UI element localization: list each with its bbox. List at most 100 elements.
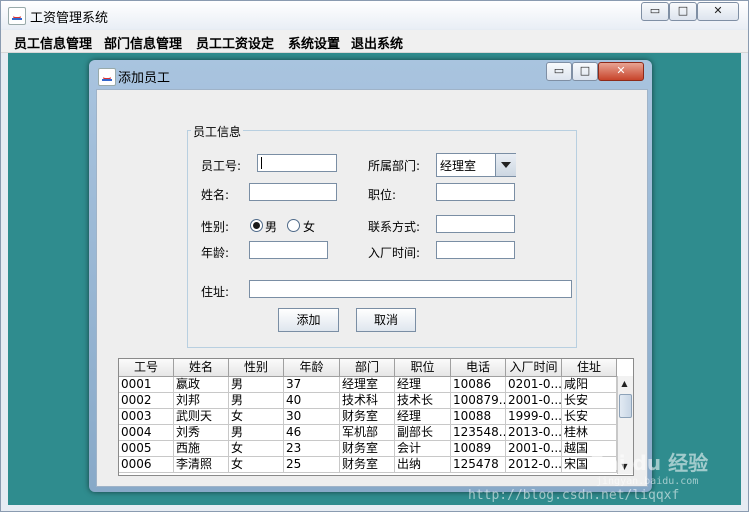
table-cell: 1999-0... bbox=[506, 409, 562, 425]
table-cell: 2001-0... bbox=[506, 393, 562, 409]
table-cell: 2001-0... bbox=[506, 441, 562, 457]
table-row[interactable]: 0001 嬴政男 37 经理室 经理 10086 0201-0... 咸阳 bbox=[119, 377, 619, 393]
employee-table[interactable]: 工号 姓名 性别 年龄 部门 职位 电话 入厂时间 住址 0001 嬴政男 37 经理室 经理 10086 0… bbox=[118, 358, 634, 476]
table-cell: 军机部 bbox=[340, 425, 395, 441]
table-cell: 男 bbox=[229, 393, 284, 409]
table-cell: 财务室 bbox=[340, 409, 395, 425]
table-cell: 37 bbox=[284, 377, 340, 393]
chevron-down-icon[interactable] bbox=[495, 154, 516, 176]
table-cell: 0006 bbox=[119, 457, 174, 473]
title-bar[interactable] bbox=[1, 1, 748, 29]
table-row[interactable]: 0002 刘邦男 40 技术科 技术长 100879... 2001-0... 长安 bbox=[119, 393, 619, 409]
gender-female-radio[interactable] bbox=[287, 219, 300, 232]
emp-no-input[interactable] bbox=[257, 154, 337, 172]
table-cell: 出纳 bbox=[395, 457, 451, 473]
table-cell: 23 bbox=[284, 441, 340, 457]
menu-department-info[interactable]: 部门信息管理 bbox=[104, 33, 182, 52]
menu-employee-info[interactable]: 员工信息管理 bbox=[14, 33, 92, 52]
address-label: 住址: bbox=[201, 285, 230, 299]
menu-system-settings[interactable]: 系统设置 bbox=[288, 33, 340, 52]
age-input[interactable] bbox=[249, 241, 328, 259]
column-header[interactable]: 工号 bbox=[119, 359, 174, 377]
table-row[interactable]: 0003 武则天女 30 财务室 经理 10088 1999-0... 长安 bbox=[119, 409, 619, 425]
maximize-button[interactable]: □ bbox=[669, 2, 697, 21]
table-cell: 30 bbox=[284, 409, 340, 425]
table-row[interactable]: 0006 李清照女 25 财务室 出纳 125478 2012-0... 宋国 bbox=[119, 457, 619, 473]
column-header[interactable]: 电话 bbox=[451, 359, 506, 377]
table-cell: 武则天 bbox=[174, 409, 229, 425]
hire-date-input[interactable] bbox=[436, 241, 515, 259]
cancel-button[interactable]: 取消 bbox=[356, 308, 416, 332]
table-cell: 男 bbox=[229, 377, 284, 393]
table-cell: 嬴政 bbox=[174, 377, 229, 393]
column-header[interactable]: 性别 bbox=[229, 359, 284, 377]
column-header[interactable]: 年龄 bbox=[284, 359, 340, 377]
table-cell: 10089 bbox=[451, 441, 506, 457]
column-header[interactable]: 职位 bbox=[395, 359, 451, 377]
table-cell: 技术长 bbox=[395, 393, 451, 409]
text-cursor bbox=[261, 157, 262, 169]
table-cell: 财务室 bbox=[340, 457, 395, 473]
add-button[interactable]: 添加 bbox=[278, 308, 339, 332]
contact-input[interactable] bbox=[436, 215, 515, 233]
table-cell: 25 bbox=[284, 457, 340, 473]
emp-no-label: 员工号: bbox=[201, 159, 242, 173]
group-title: 员工信息 bbox=[191, 123, 244, 140]
table-cell: 46 bbox=[284, 425, 340, 441]
dialog-close-button[interactable]: ✕ bbox=[598, 62, 644, 81]
table-row[interactable]: 0005 西施女 23 财务室 会计 10089 2001-0... 越国 bbox=[119, 441, 619, 457]
table-cell: 刘秀 bbox=[174, 425, 229, 441]
baidu-watermark-logo: Bai du 经验 bbox=[590, 451, 709, 475]
table-cell: 10086 bbox=[451, 377, 506, 393]
table-row[interactable]: 0004 刘秀男 46 军机部 副部长 123548... 2013-0... 桂林 bbox=[119, 425, 619, 441]
scroll-up-icon[interactable]: ▲ bbox=[618, 377, 631, 390]
gender-female-label: 女 bbox=[303, 220, 316, 234]
hire-date-label: 入厂时间: bbox=[368, 246, 421, 260]
dialog-title: 添加员工 bbox=[118, 71, 171, 86]
name-input[interactable] bbox=[249, 183, 337, 201]
table-cell: 125478 bbox=[451, 457, 506, 473]
table-cell: 桂林 bbox=[562, 425, 617, 441]
address-input[interactable] bbox=[249, 280, 572, 298]
table-cell: 0002 bbox=[119, 393, 174, 409]
dialog-minimize-button[interactable]: ▭ bbox=[546, 62, 572, 81]
contact-label: 联系方式: bbox=[368, 220, 421, 234]
table-cell: 女 bbox=[229, 441, 284, 457]
table-cell: 西施 bbox=[174, 441, 229, 457]
table-cell: 男 bbox=[229, 425, 284, 441]
column-header[interactable]: 部门 bbox=[340, 359, 395, 377]
table-cell: 2013-0... bbox=[506, 425, 562, 441]
position-input[interactable] bbox=[436, 183, 515, 201]
table-cell: 0004 bbox=[119, 425, 174, 441]
age-label: 年龄: bbox=[201, 246, 230, 260]
java-app-icon bbox=[8, 7, 26, 25]
column-header[interactable]: 住址 bbox=[562, 359, 617, 377]
table-cell: 女 bbox=[229, 409, 284, 425]
table-cell: 经理 bbox=[395, 409, 451, 425]
table-cell: 长安 bbox=[562, 393, 617, 409]
table-cell: 刘邦 bbox=[174, 393, 229, 409]
menu-exit[interactable]: 退出系统 bbox=[351, 33, 403, 52]
menu-salary-settings[interactable]: 员工工资设定 bbox=[196, 33, 274, 52]
scrollbar-thumb[interactable] bbox=[619, 394, 632, 418]
close-button[interactable]: ✕ bbox=[697, 2, 739, 21]
table-cell: 副部长 bbox=[395, 425, 451, 441]
minimize-button[interactable]: ▭ bbox=[641, 2, 669, 21]
column-header[interactable]: 入厂时间 bbox=[506, 359, 562, 377]
table-cell: 技术科 bbox=[340, 393, 395, 409]
dept-selected-value: 经理室 bbox=[440, 159, 477, 173]
table-cell: 0201-0... bbox=[506, 377, 562, 393]
java-dialog-icon bbox=[98, 68, 116, 86]
table-cell: 0005 bbox=[119, 441, 174, 457]
gender-male-radio[interactable] bbox=[250, 219, 263, 232]
gender-label: 性别: bbox=[201, 220, 230, 234]
table-cell: 经理室 bbox=[340, 377, 395, 393]
table-cell: 长安 bbox=[562, 409, 617, 425]
table-cell: 2012-0... bbox=[506, 457, 562, 473]
table-cell: 经理 bbox=[395, 377, 451, 393]
gender-male-label: 男 bbox=[265, 220, 278, 234]
table-cell: 0001 bbox=[119, 377, 174, 393]
column-header[interactable]: 姓名 bbox=[174, 359, 229, 377]
watermark-url: jingyan.baidu.com bbox=[596, 476, 699, 487]
dialog-maximize-button[interactable]: □ bbox=[572, 62, 598, 81]
